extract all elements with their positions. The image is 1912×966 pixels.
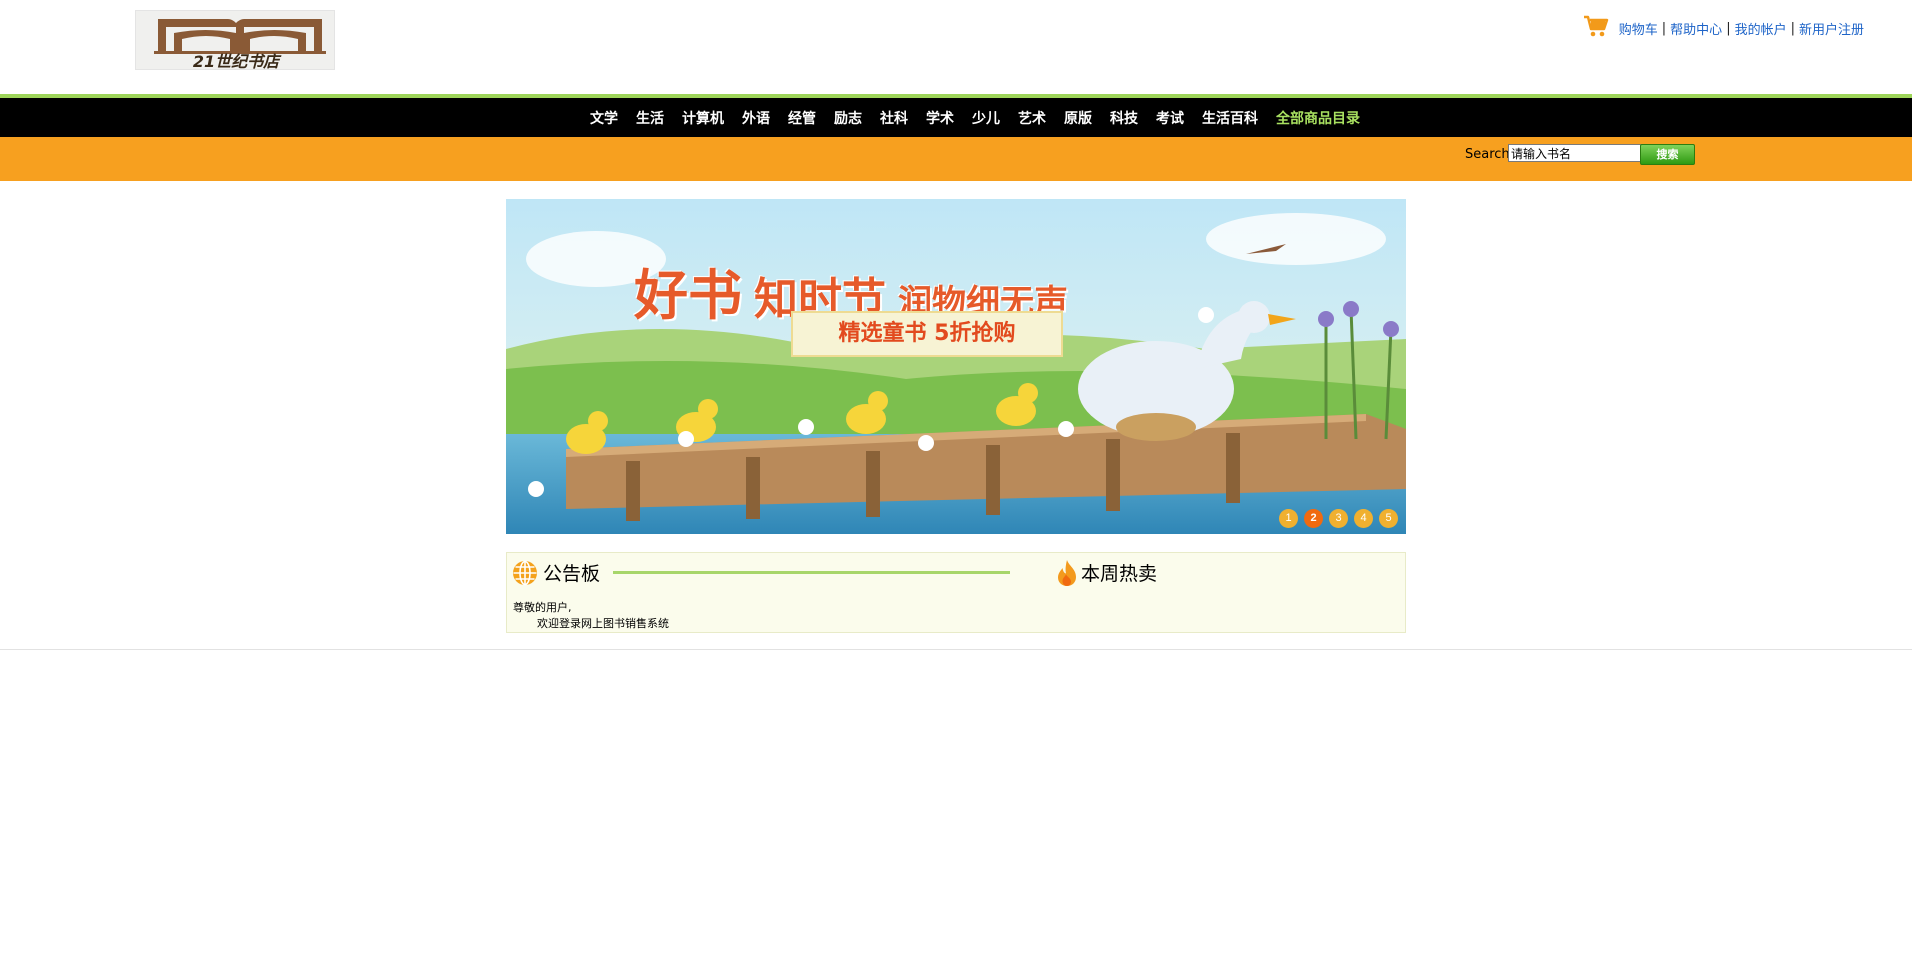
help-center-link[interactable]: 帮助中心	[1670, 19, 1722, 38]
globe-icon	[513, 560, 537, 586]
footer-divider	[0, 649, 1912, 650]
link-separator: |	[1661, 20, 1667, 36]
store-logo[interactable]: 21世纪书店	[135, 10, 335, 71]
notice-message: 欢迎登录网上图书销售系统	[537, 617, 669, 630]
notice-board: 公告板 本周热卖 尊敬的用户, 欢迎登录网上图书销售系统	[506, 552, 1406, 633]
search-bar: Search 搜索	[0, 137, 1912, 181]
my-account-link[interactable]: 我的帐户	[1735, 19, 1787, 38]
fire-icon	[1058, 560, 1076, 586]
search-input[interactable]	[1508, 144, 1642, 162]
nav-item-computer[interactable]: 计算机	[682, 108, 724, 128]
shopping-cart-icon[interactable]	[1583, 14, 1609, 38]
banner-headline-1: 好书	[634, 264, 742, 327]
nav-item-children[interactable]: 少儿	[972, 108, 1000, 128]
header: 21世纪书店 购物车 | 帮助中心 | 我的帐户 | 新用户注册	[0, 0, 1912, 95]
nav-item-all-catalog[interactable]: 全部商品目录	[1276, 108, 1360, 128]
nav-item-literature[interactable]: 文学	[590, 108, 618, 128]
nav-item-business[interactable]: 经管	[788, 108, 816, 128]
nav-item-exam[interactable]: 考试	[1156, 108, 1184, 128]
nav-item-life[interactable]: 生活	[636, 108, 664, 128]
board-divider	[613, 571, 1010, 574]
nav-item-original[interactable]: 原版	[1064, 108, 1092, 128]
banner-pager: 1 2 3 4 5	[1273, 509, 1398, 528]
nav-item-technology[interactable]: 科技	[1110, 108, 1138, 128]
pager-dot[interactable]: 5	[1379, 509, 1398, 528]
search-button[interactable]: 搜索	[1640, 144, 1695, 165]
pager-dot[interactable]: 3	[1329, 509, 1348, 528]
nav-item-social-science[interactable]: 社科	[880, 108, 908, 128]
top-links: 购物车 | 帮助中心 | 我的帐户 | 新用户注册	[1583, 14, 1864, 40]
link-separator: |	[1790, 20, 1795, 36]
cart-link[interactable]: 购物车	[1619, 19, 1658, 38]
nav-item-foreign-language[interactable]: 外语	[742, 108, 770, 128]
promo-banner[interactable]: 好书 知时节 润物细无声 精选童书 5折抢购 1 2 3 4 5	[506, 199, 1406, 534]
link-separator: |	[1726, 20, 1731, 36]
register-link[interactable]: 新用户注册	[1799, 19, 1864, 38]
nav-item-inspirational[interactable]: 励志	[834, 108, 862, 128]
nav-item-academic[interactable]: 学术	[926, 108, 954, 128]
notice-greeting: 尊敬的用户,	[513, 601, 572, 614]
pager-dot[interactable]: 4	[1354, 509, 1373, 528]
logo-text: 21世纪书店	[192, 52, 280, 71]
nav-item-art[interactable]: 艺术	[1018, 108, 1046, 128]
weekly-hot-title: 本周热卖	[1081, 563, 1158, 585]
banner-ribbon: 精选童书 5折抢购	[791, 311, 1063, 357]
nav-item-life-encyclopedia[interactable]: 生活百科	[1202, 108, 1258, 128]
banner-illustration	[506, 199, 1406, 534]
search-label: Search	[1465, 147, 1510, 162]
notice-board-title: 公告板	[543, 563, 601, 585]
category-nav: 文学 生活 计算机 外语 经管 励志 社科 学术 少儿 艺术 原版 科技 考试 …	[0, 98, 1912, 137]
pager-dot[interactable]: 1	[1279, 509, 1298, 528]
pager-dot-active[interactable]: 2	[1304, 509, 1323, 528]
